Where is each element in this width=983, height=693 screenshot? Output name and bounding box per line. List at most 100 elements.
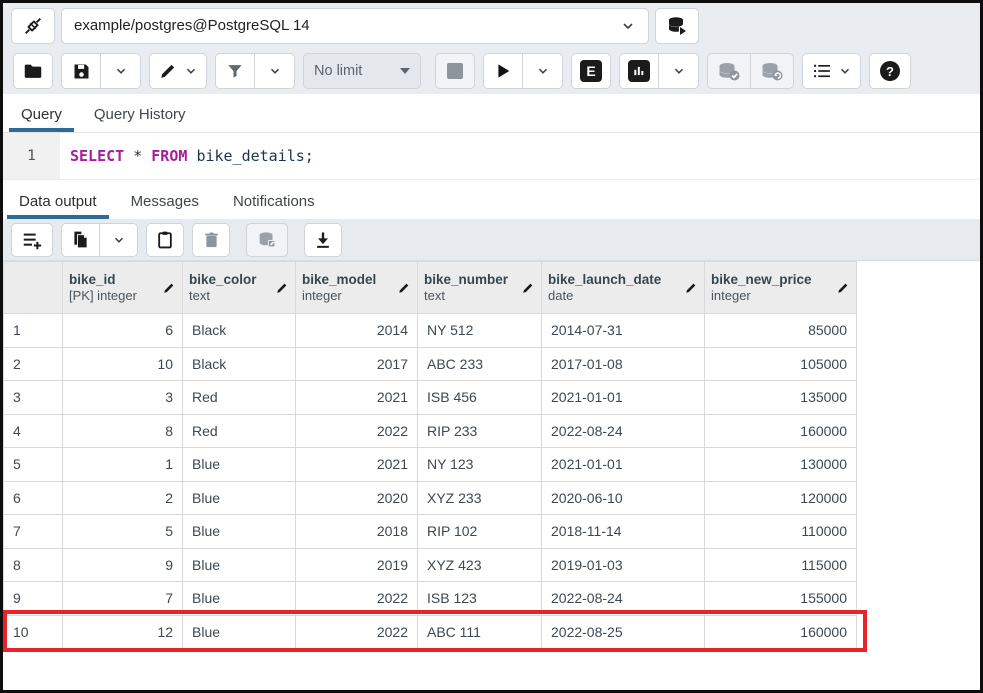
column-header-bike-number[interactable]: bike_number text xyxy=(418,262,542,314)
cell[interactable]: 2 xyxy=(63,481,183,515)
cell[interactable]: Blue xyxy=(183,548,296,582)
cell[interactable]: 2017 xyxy=(296,347,418,381)
tab-query-history[interactable]: Query History xyxy=(82,98,198,132)
row-number-cell[interactable]: 4 xyxy=(4,414,63,448)
cell[interactable]: Blue xyxy=(183,615,296,649)
tab-messages[interactable]: Messages xyxy=(119,185,211,219)
row-number-cell[interactable]: 9 xyxy=(4,582,63,616)
cell[interactable]: 130000 xyxy=(705,448,857,482)
filter-button[interactable] xyxy=(215,53,255,89)
cell[interactable]: Black xyxy=(183,347,296,381)
cell[interactable]: 10 xyxy=(63,347,183,381)
cell[interactable]: 2014 xyxy=(296,314,418,348)
cell[interactable]: ABC 111 xyxy=(418,615,542,649)
cell[interactable]: 2022 xyxy=(296,414,418,448)
cell[interactable]: 2014-07-31 xyxy=(542,314,705,348)
connection-selector[interactable]: example/postgres@PostgreSQL 14 xyxy=(61,8,649,44)
cell[interactable]: 5 xyxy=(63,515,183,549)
cell[interactable]: 2021 xyxy=(296,448,418,482)
cell[interactable]: 135000 xyxy=(705,381,857,415)
cell[interactable]: Blue xyxy=(183,515,296,549)
sql-editor[interactable]: 1 SELECT * FROM bike_details; xyxy=(3,133,980,179)
row-number-cell[interactable]: 1 xyxy=(4,314,63,348)
cell[interactable]: 2018-11-14 xyxy=(542,515,705,549)
save-data-changes-button[interactable] xyxy=(246,223,288,257)
row-number-cell[interactable]: 6 xyxy=(4,481,63,515)
cell[interactable]: 2021-01-01 xyxy=(542,381,705,415)
cell[interactable]: Black xyxy=(183,314,296,348)
edit-dropdown-button[interactable] xyxy=(149,53,207,89)
cell[interactable]: 2022-08-25 xyxy=(542,615,705,649)
new-query-connection-button[interactable] xyxy=(655,8,699,44)
row-number-header[interactable] xyxy=(4,262,63,314)
edit-column-icon[interactable] xyxy=(162,281,176,295)
cell[interactable]: Red xyxy=(183,414,296,448)
cell[interactable]: 2020 xyxy=(296,481,418,515)
row-number-cell[interactable]: 8 xyxy=(4,548,63,582)
save-options-dropdown[interactable] xyxy=(101,53,141,89)
row-number-cell[interactable]: 7 xyxy=(4,515,63,549)
open-file-button[interactable] xyxy=(13,53,53,89)
cell[interactable]: ISB 123 xyxy=(418,582,542,616)
row-number-cell[interactable]: 10 xyxy=(4,615,63,649)
execute-button[interactable] xyxy=(483,53,523,89)
cell[interactable]: 2021-01-01 xyxy=(542,448,705,482)
column-header-bike-launch-date[interactable]: bike_launch_date date xyxy=(542,262,705,314)
save-button[interactable] xyxy=(61,53,101,89)
tab-data-output[interactable]: Data output xyxy=(7,185,109,219)
edit-column-icon[interactable] xyxy=(836,281,850,295)
cell[interactable]: 2022 xyxy=(296,582,418,616)
column-header-bike-color[interactable]: bike_color text xyxy=(183,262,296,314)
rollback-button[interactable] xyxy=(751,53,794,89)
cell[interactable]: Blue xyxy=(183,448,296,482)
cell[interactable]: 160000 xyxy=(705,615,857,649)
cell[interactable]: 110000 xyxy=(705,515,857,549)
explain-button[interactable]: E xyxy=(571,53,611,89)
filter-options-dropdown[interactable] xyxy=(255,53,295,89)
add-row-button[interactable] xyxy=(11,223,53,257)
cancel-query-button[interactable] xyxy=(435,53,475,89)
edit-column-icon[interactable] xyxy=(684,281,698,295)
copy-options-dropdown[interactable] xyxy=(100,223,138,257)
tab-query[interactable]: Query xyxy=(9,98,74,132)
row-number-cell[interactable]: 5 xyxy=(4,448,63,482)
cell[interactable]: 115000 xyxy=(705,548,857,582)
cell[interactable]: 1 xyxy=(63,448,183,482)
row-number-cell[interactable]: 3 xyxy=(4,381,63,415)
paste-button[interactable] xyxy=(146,223,184,257)
edit-column-icon[interactable] xyxy=(521,281,535,295)
cell[interactable]: ISB 456 xyxy=(418,381,542,415)
cell[interactable]: 2018 xyxy=(296,515,418,549)
cell[interactable]: 6 xyxy=(63,314,183,348)
explain-options-dropdown[interactable] xyxy=(659,53,699,89)
cell[interactable]: Blue xyxy=(183,481,296,515)
cell[interactable]: Blue xyxy=(183,582,296,616)
cell[interactable]: 85000 xyxy=(705,314,857,348)
cell[interactable]: 7 xyxy=(63,582,183,616)
row-number-cell[interactable]: 2 xyxy=(4,347,63,381)
execute-options-dropdown[interactable] xyxy=(523,53,563,89)
column-header-bike-id[interactable]: bike_id [PK] integer xyxy=(63,262,183,314)
cell[interactable]: 155000 xyxy=(705,582,857,616)
edit-column-icon[interactable] xyxy=(275,281,289,295)
copy-button[interactable] xyxy=(61,223,100,257)
cell[interactable]: 2020-06-10 xyxy=(542,481,705,515)
cell[interactable]: XYZ 423 xyxy=(418,548,542,582)
cell[interactable]: Red xyxy=(183,381,296,415)
column-header-bike-model[interactable]: bike_model integer xyxy=(296,262,418,314)
macros-dropdown-button[interactable] xyxy=(802,53,861,89)
cell[interactable]: 2019 xyxy=(296,548,418,582)
column-header-bike-new-price[interactable]: bike_new_price integer xyxy=(705,262,857,314)
explain-analyze-button[interactable] xyxy=(619,53,659,89)
cell[interactable]: XYZ 233 xyxy=(418,481,542,515)
cell[interactable]: RIP 233 xyxy=(418,414,542,448)
cell[interactable]: RIP 102 xyxy=(418,515,542,549)
cell[interactable]: 2021 xyxy=(296,381,418,415)
delete-row-button[interactable] xyxy=(192,223,230,257)
cell[interactable]: 2022-08-24 xyxy=(542,582,705,616)
cell[interactable]: 8 xyxy=(63,414,183,448)
cell[interactable]: 3 xyxy=(63,381,183,415)
help-button[interactable]: ? xyxy=(869,53,911,89)
cell[interactable]: 2022-08-24 xyxy=(542,414,705,448)
cell[interactable]: 2019-01-03 xyxy=(542,548,705,582)
